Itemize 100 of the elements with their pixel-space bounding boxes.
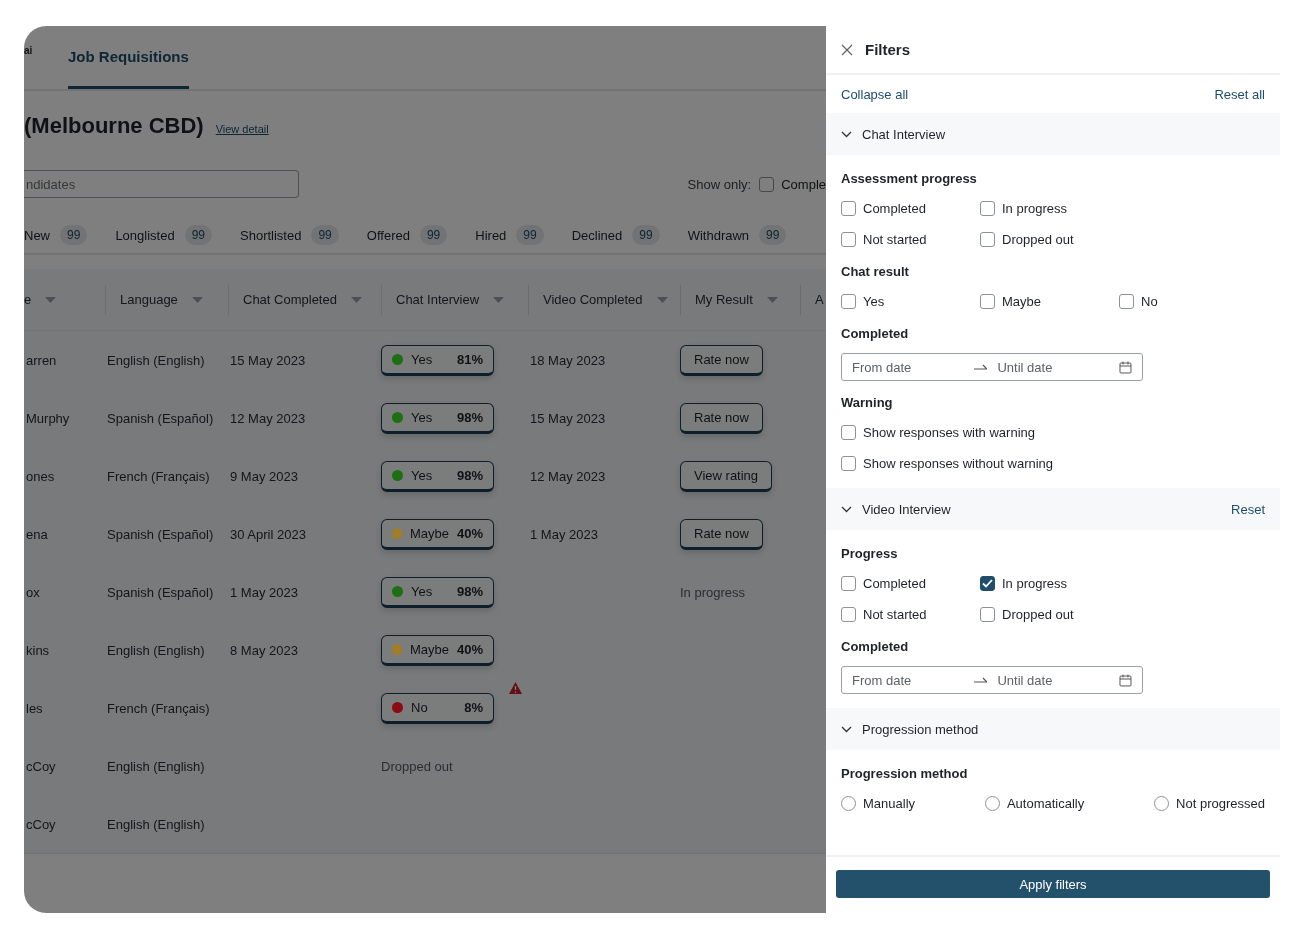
rate-button[interactable]: Rate now (680, 402, 763, 434)
table-cell-text: ox (25, 584, 41, 600)
result-chip[interactable]: No 8% (381, 692, 494, 724)
count-badge: 99 (759, 225, 787, 245)
option-label: Show responses with warning (863, 425, 1035, 440)
checkbox[interactable] (980, 607, 995, 622)
apply-filters-button[interactable]: Apply filters (836, 870, 1270, 898)
status-text: Dropped out (381, 758, 453, 774)
table-cell-text: kins (25, 642, 51, 658)
column-header[interactable]: A (815, 292, 824, 307)
count-badge: 99 (184, 225, 212, 245)
close-icon[interactable] (841, 43, 853, 56)
filter-group-title: Chat result (841, 263, 910, 281)
checkbox[interactable] (980, 294, 995, 309)
rate-button[interactable]: Rate now (680, 344, 763, 376)
table-cell-text: 1 May 2023 (229, 584, 298, 600)
option-label: Yes (863, 294, 885, 309)
table-cell-text: cCoy (25, 816, 57, 832)
checkbox[interactable] (980, 576, 995, 591)
table-cell-text: French (Français) (106, 468, 211, 484)
column-header[interactable]: Video Completed (543, 292, 643, 307)
stage-tab[interactable]: Offered 99 (366, 225, 448, 245)
column-header[interactable]: Chat Interview (396, 292, 480, 307)
date-range-field[interactable]: From date Until date (841, 353, 1143, 381)
sort-icon[interactable] (656, 296, 668, 303)
section-header[interactable]: Chat Interview (826, 113, 1280, 155)
sort-icon[interactable] (191, 296, 203, 303)
result-chip[interactable]: Maybe 40% (381, 518, 494, 550)
option-label: Completed (863, 201, 926, 216)
checkbox[interactable] (841, 576, 856, 591)
filter-group-title: Completed (841, 325, 910, 343)
date-range-field[interactable]: From date Until date (841, 666, 1143, 694)
rate-button[interactable]: Rate now (680, 518, 763, 550)
sort-icon[interactable] (350, 296, 362, 303)
result-chip[interactable]: Yes 81% (381, 344, 494, 376)
drawer-title: Filters (865, 41, 910, 58)
column-header[interactable]: My Result (695, 292, 753, 307)
nav-tab[interactable]: Job Requisitions (68, 26, 189, 89)
chevron-down-icon[interactable] (841, 725, 852, 733)
checkbox[interactable] (841, 425, 856, 440)
result-chip[interactable]: Yes 98% (381, 576, 494, 608)
reset-all-link[interactable]: Reset all (1214, 86, 1265, 102)
calendar-icon[interactable] (1119, 360, 1132, 374)
stage-tab[interactable]: Longlisted 99 (115, 225, 212, 245)
radio-button[interactable] (1154, 796, 1170, 811)
option-label: Comple (781, 176, 826, 192)
column-header[interactable]: Language (120, 292, 178, 307)
show-only-label: Show only: (687, 176, 752, 192)
checkbox[interactable] (980, 232, 995, 247)
stage-tab[interactable]: Withdrawn 99 (687, 225, 787, 245)
view-detail-link[interactable]: View detail (215, 123, 269, 135)
table-cell-text: les (25, 700, 44, 716)
radio-button[interactable] (984, 796, 1000, 811)
collapse-all-link[interactable]: Collapse all (841, 86, 909, 102)
stage-tab[interactable]: Shortlisted 99 (240, 225, 339, 245)
count-badge: 99 (60, 225, 88, 245)
checkbox[interactable] (841, 232, 856, 247)
sort-icon[interactable] (493, 296, 505, 303)
section-header[interactable]: Video Interview Reset (826, 488, 1280, 530)
result-chip[interactable]: Yes 98% (381, 460, 494, 492)
table-cell-text: 12 May 2023 (229, 410, 306, 426)
table-cell-text: cCoy (25, 758, 57, 774)
checkbox[interactable] (1119, 294, 1134, 309)
count-badge: 99 (419, 225, 448, 245)
table-cell-text: English (English) (106, 816, 206, 832)
sort-icon[interactable] (766, 296, 778, 303)
rate-button[interactable]: View rating (680, 460, 773, 492)
sort-icon[interactable] (45, 296, 57, 303)
stage-tab[interactable]: New 99 (24, 225, 88, 245)
radio-button[interactable] (841, 796, 856, 811)
section-header[interactable]: Progression method (826, 708, 1280, 750)
checkbox[interactable] (980, 201, 995, 216)
result-chip[interactable]: Yes 98% (381, 402, 494, 434)
table-cell-text: 12 May 2023 (529, 468, 606, 484)
chevron-down-icon[interactable] (841, 505, 852, 513)
checkbox[interactable] (759, 176, 775, 192)
table-cell-text: 9 May 2023 (229, 468, 298, 484)
result-chip[interactable]: Maybe 40% (381, 634, 494, 666)
option-label: In progress (1002, 201, 1068, 216)
checkbox[interactable] (841, 456, 856, 471)
calendar-icon[interactable] (1119, 673, 1132, 687)
status-text: In progress (680, 584, 746, 600)
checkbox[interactable] (841, 294, 856, 309)
option-label: In progress (1002, 576, 1068, 591)
checkbox[interactable] (841, 201, 856, 216)
stage-tab[interactable]: Declined 99 (571, 225, 660, 245)
section-title: Progression method (862, 721, 980, 737)
page-title: (Melbourne CBD) (24, 113, 204, 139)
count-badge: 99 (632, 225, 660, 245)
checkbox[interactable] (841, 607, 856, 622)
reset-link[interactable]: Reset (1231, 501, 1265, 517)
stage-tab[interactable]: Hired 99 (475, 225, 544, 245)
table-cell-text: 15 May 2023 (529, 410, 606, 426)
option-label: Not progressed (1176, 796, 1265, 811)
filter-group-title: Completed (841, 638, 910, 656)
chevron-down-icon[interactable] (841, 130, 852, 138)
column-header[interactable]: Chat Completed (243, 292, 337, 307)
column-header[interactable]: e (24, 292, 32, 307)
search-field[interactable]: ndidates (24, 170, 299, 198)
table-cell-text: English (English) (106, 352, 206, 368)
